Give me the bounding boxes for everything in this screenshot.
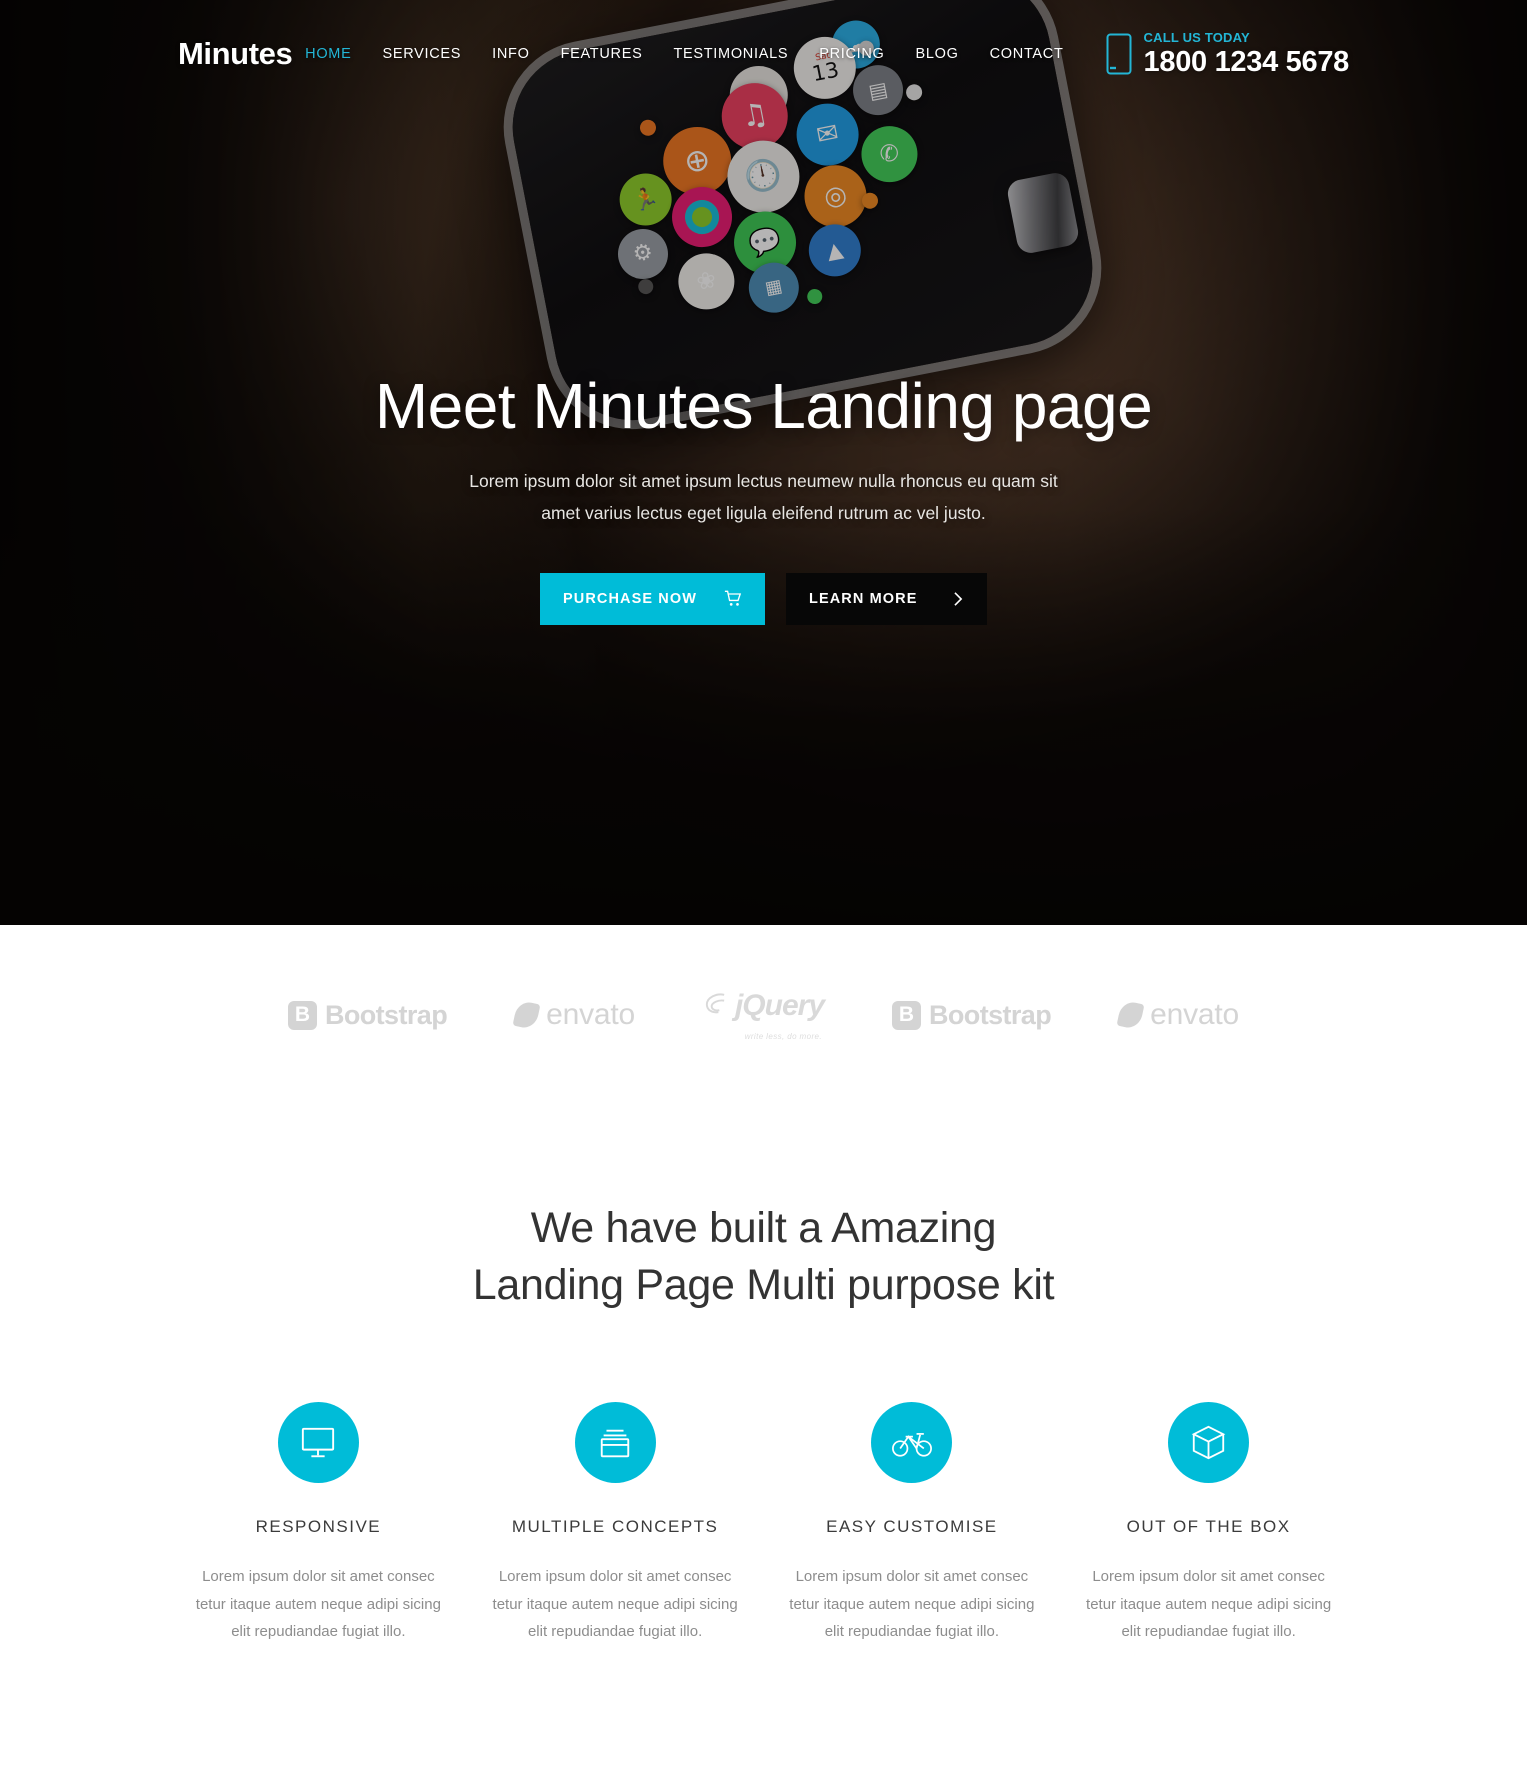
call-us-label: CALL US TODAY [1143,30,1250,45]
feature-item-responsive: RESPONSIVE Lorem ipsum dolor sit amet co… [170,1402,467,1645]
hero-subtitle: Lorem ipsum dolor sit amet ipsum lectus … [0,465,1527,530]
brand-label: envato [1150,998,1239,1031]
feature-text: Lorem ipsum dolor sit amet consec tetur … [492,1568,738,1640]
feature-text: Lorem ipsum dolor sit amet consec tetur … [1086,1568,1332,1640]
bicycle-icon [871,1402,953,1484]
nav-item-blog[interactable]: BLOG [916,46,959,62]
features-heading-line-2: Landing Page Multi purpose kit [472,1261,1055,1310]
hero-button-group: PURCHASE NOW LEARN MORE [0,572,1527,625]
learn-more-label: LEARN MORE [809,590,918,607]
chevron-right-icon [953,591,964,607]
nav-item-home[interactable]: HOME [305,46,351,62]
nav-item-pricing[interactable]: PRICING [819,46,884,62]
brand-logo-jquery: jQuery write less, do more. [703,989,825,1041]
learn-more-button[interactable]: LEARN MORE [786,572,987,625]
cube-box-icon [1168,1402,1250,1484]
feature-text: Lorem ipsum dolor sit amet consec tetur … [195,1568,441,1640]
feature-title: MULTIPLE CONCEPTS [511,1517,719,1537]
nav-item-info[interactable]: INFO [492,46,529,62]
brand-logo-envato-1: envato [512,998,635,1032]
mobile-phone-icon [1106,33,1132,75]
purchase-now-label: PURCHASE NOW [563,590,698,607]
feature-item-multiple-concepts: MULTIPLE CONCEPTS Lorem ipsum dolor sit … [467,1402,764,1645]
feature-title: EASY CUSTOMISE [826,1517,998,1537]
bootstrap-b-icon: B [287,1000,317,1030]
hero-content: Meet Minutes Landing page Lorem ipsum do… [0,370,1527,625]
brand-label: jQuery [734,989,825,1022]
brand-logo-envato-2: envato [1116,998,1239,1032]
hero-subtitle-line-1: Lorem ipsum dolor sit amet ipsum lectus … [469,471,1058,492]
site-logo[interactable]: Minutes [178,36,293,72]
jquery-swirl-icon [703,991,728,1021]
feature-title: OUT OF THE BOX [1126,1517,1291,1537]
brand-logo-bootstrap-2: B Bootstrap [892,999,1052,1031]
feature-item-easy-customise: EASY CUSTOMISE Lorem ipsum dolor sit ame… [764,1402,1061,1645]
feature-item-out-of-the-box: OUT OF THE BOX Lorem ipsum dolor sit ame… [1060,1402,1357,1645]
bootstrap-b-icon: B [892,1000,922,1030]
hero-section: ➤ ☁ Sat13 ♫ ⊕ ✉ ▤ 🏃 🕛 ✆ ◎ ⚙ 💬 ▲ [0,0,1527,925]
nav-item-services[interactable]: SERVICES [382,46,461,62]
brand-label: Bootstrap [324,999,448,1030]
feature-text: Lorem ipsum dolor sit amet consec tetur … [789,1568,1035,1640]
shopping-cart-icon [724,590,742,607]
feature-title: RESPONSIVE [255,1517,382,1537]
envato-leaf-icon [1116,999,1145,1031]
site-header: Minutes HOME SERVICES INFO FEATURES TEST… [0,0,1527,108]
hero-subtitle-line-2: amet varius lectus eget ligula eleifend … [541,503,986,524]
brand-label: Bootstrap [929,999,1052,1030]
monitor-icon [277,1402,359,1484]
jquery-tagline: write less, do more. [744,1032,823,1041]
nav-item-testimonials[interactable]: TESTIMONIALS [673,46,788,62]
envato-leaf-icon [512,999,541,1031]
nav-item-features[interactable]: FEATURES [561,46,643,62]
nav-item-contact[interactable]: CONTACT [990,46,1064,62]
call-us-number: 1800 1234 5678 [1143,46,1350,78]
purchase-now-button[interactable]: PURCHASE NOW [540,572,765,625]
hero-title: Meet Minutes Landing page [374,370,1153,442]
layers-window-icon [574,1402,656,1484]
features-grid: RESPONSIVE Lorem ipsum dolor sit amet co… [0,1402,1527,1645]
jquery-row: jQuery [703,989,825,1023]
features-heading: We have built a Amazing Landing Page Mul… [0,1200,1527,1314]
features-heading-line-1: We have built a Amazing [530,1204,997,1252]
brand-label: envato [546,998,635,1031]
features-section: We have built a Amazing Landing Page Mul… [0,1105,1527,1765]
brand-logo-bootstrap-1: B Bootstrap [287,999,448,1031]
call-us-block[interactable]: CALL US TODAY 1800 1234 5678 [1106,31,1349,77]
partner-logo-strip: B Bootstrap envato jQuery write less, do… [0,925,1527,1105]
call-us-text: CALL US TODAY 1800 1234 5678 [1143,30,1350,78]
main-navigation: HOME SERVICES INFO FEATURES TESTIMONIALS… [305,46,1063,62]
